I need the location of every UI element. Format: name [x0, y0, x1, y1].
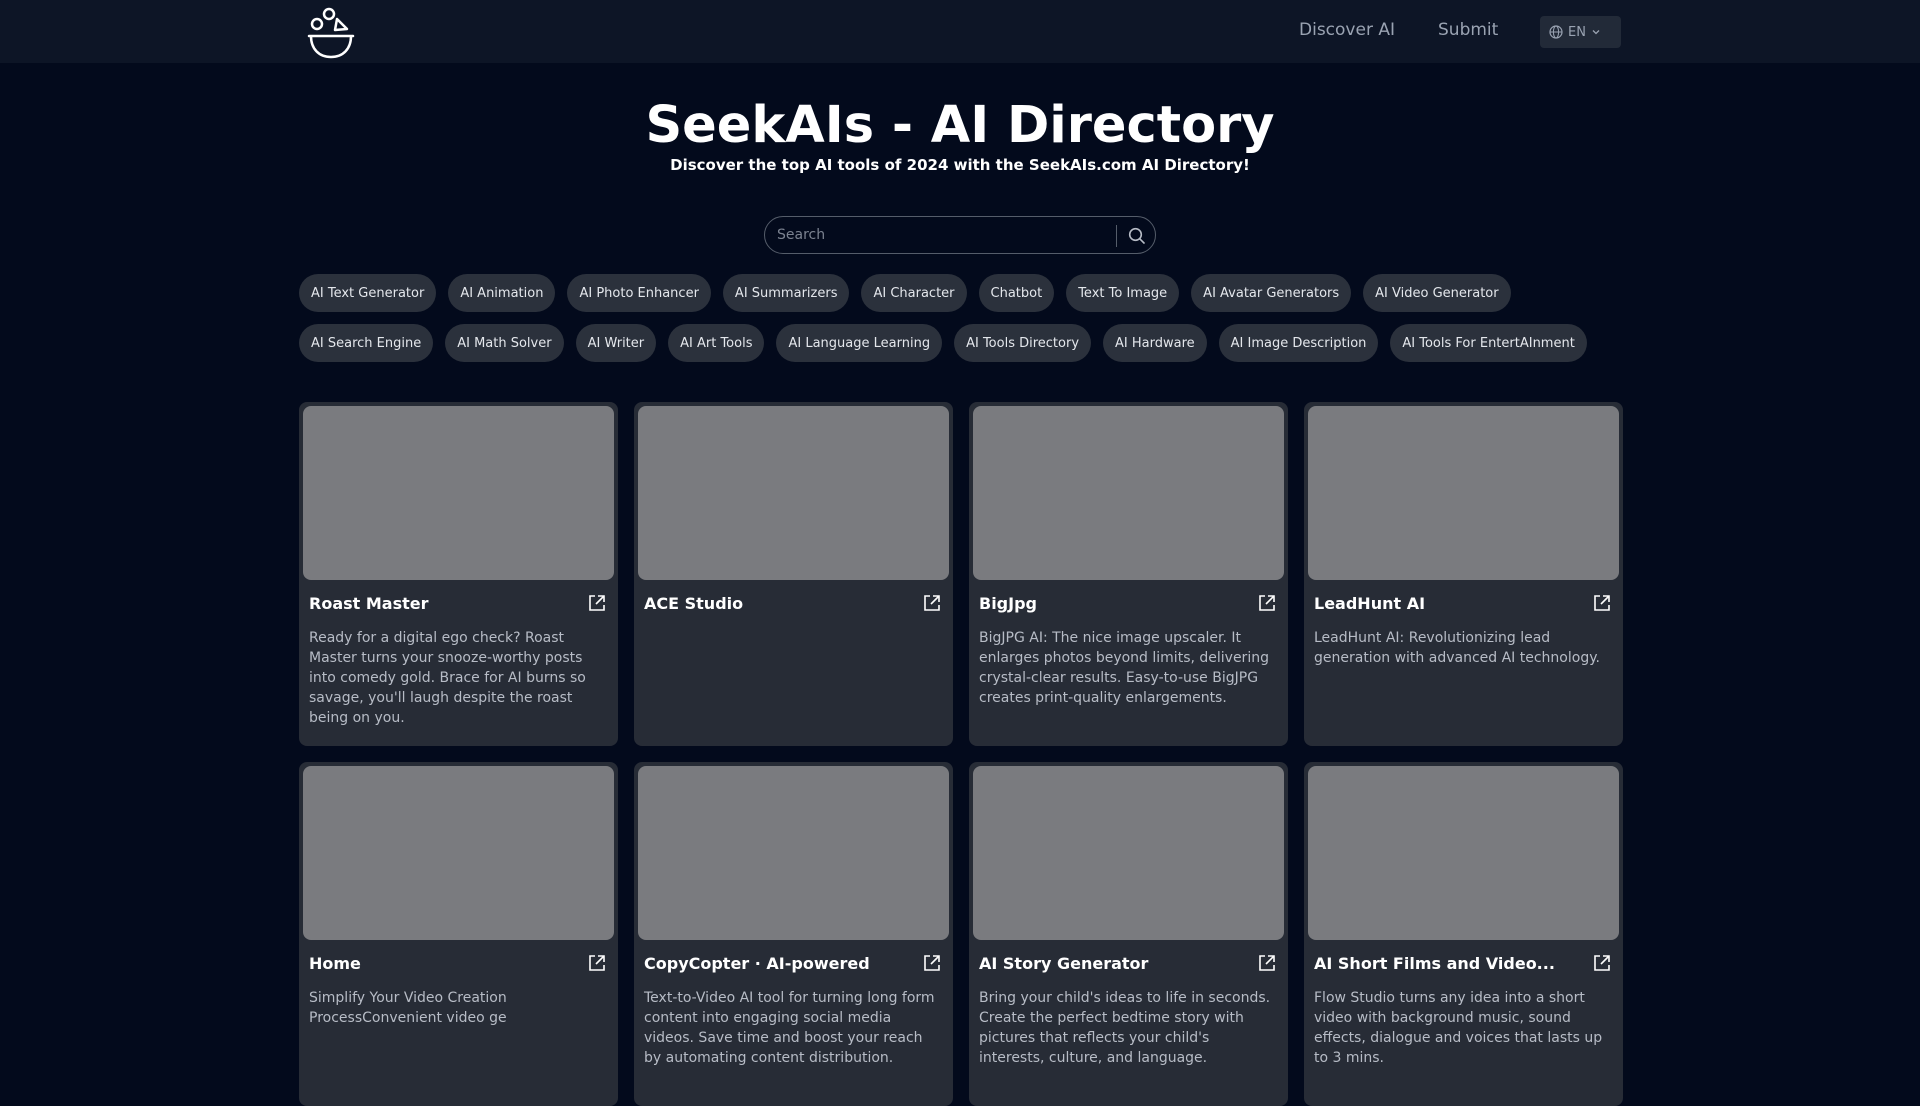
category-tag[interactable]: Chatbot: [978, 274, 1055, 312]
tool-thumbnail: [973, 766, 1284, 940]
site-logo[interactable]: [307, 5, 355, 59]
external-link-icon[interactable]: [1592, 953, 1612, 973]
category-tag[interactable]: Text To Image: [1066, 274, 1180, 312]
globe-icon: [1549, 25, 1563, 39]
external-link-icon[interactable]: [587, 953, 607, 973]
tool-description: Ready for a digital ego check? Roast Mas…: [309, 630, 586, 726]
search-button[interactable]: [1125, 225, 1149, 247]
tool-thumbnail: [638, 766, 949, 940]
tool-description: Text-to-Video AI tool for turning long f…: [644, 990, 935, 1066]
category-tag[interactable]: AI Video Generator: [1363, 274, 1511, 312]
tool-title: LeadHunt AI: [1314, 594, 1426, 613]
external-link-icon[interactable]: [922, 593, 942, 613]
tool-card[interactable]: AI Story Generator Bring your child's id…: [969, 762, 1288, 1106]
tool-title: CopyCopter · AI-powered: [644, 954, 870, 973]
tool-title: Roast Master: [309, 594, 429, 613]
category-tag[interactable]: AI Search Engine: [299, 324, 434, 362]
tool-card[interactable]: BigJpg BigJPG AI: The nice image upscale…: [969, 402, 1288, 746]
tool-card[interactable]: Home Simplify Your Video Creation Proces…: [299, 762, 618, 1106]
nav-submit[interactable]: Submit: [1438, 20, 1498, 40]
tool-title: AI Short Films and Video...: [1314, 954, 1555, 973]
external-link-icon[interactable]: [587, 593, 607, 613]
tool-card[interactable]: LeadHunt AI LeadHunt AI: Revolutionizing…: [1304, 402, 1623, 746]
tool-thumbnail: [1308, 406, 1619, 580]
tool-description: Bring your child's ideas to life in seco…: [979, 990, 1271, 1066]
tool-description: Flow Studio turns any idea into a short …: [1314, 990, 1603, 1066]
category-tags: AI Text Generator AI Animation AI Photo …: [299, 274, 1621, 362]
tool-title: ACE Studio: [644, 594, 744, 613]
category-tag[interactable]: AI Language Learning: [776, 324, 943, 362]
language-selector[interactable]: EN: [1540, 16, 1621, 48]
external-link-icon[interactable]: [1257, 953, 1277, 973]
category-tag[interactable]: AI Art Tools: [668, 324, 765, 362]
category-tag[interactable]: AI Summarizers: [722, 274, 850, 312]
page-title: SeekAIs - AI Directory: [645, 96, 1275, 155]
search-icon: [1128, 227, 1145, 244]
tool-description: LeadHunt AI: Revolutionizing lead genera…: [1314, 630, 1600, 666]
category-tag[interactable]: AI Animation: [448, 274, 556, 312]
category-tag[interactable]: AI Math Solver: [445, 324, 564, 362]
tool-thumbnail: [303, 406, 614, 580]
category-tag[interactable]: AI Writer: [575, 324, 657, 362]
tool-card[interactable]: CopyCopter · AI-powered Text-to-Video AI…: [634, 762, 953, 1106]
tool-card-grid: Roast Master Ready for a digital ego che…: [299, 402, 1623, 1106]
tool-card[interactable]: Roast Master Ready for a digital ego che…: [299, 402, 618, 746]
external-link-icon[interactable]: [922, 953, 942, 973]
bowl-logo-icon: [307, 7, 355, 59]
nav-discover-ai[interactable]: Discover AI: [1299, 20, 1395, 40]
tool-card[interactable]: AI Short Films and Video... Flow Studio …: [1304, 762, 1623, 1106]
category-tag[interactable]: AI Avatar Generators: [1191, 274, 1352, 312]
language-label: EN: [1568, 24, 1586, 40]
category-tag[interactable]: AI Tools For EntertAInment: [1390, 324, 1587, 362]
category-tag[interactable]: AI Hardware: [1103, 324, 1207, 362]
top-navbar: Discover AI Submit EN: [0, 0, 1920, 63]
tool-thumbnail: [973, 406, 1284, 580]
category-tag[interactable]: AI Image Description: [1218, 324, 1379, 362]
tool-description: Simplify Your Video Creation ProcessConv…: [309, 990, 507, 1026]
search-input[interactable]: [777, 222, 1117, 248]
tool-thumbnail: [638, 406, 949, 580]
chevron-down-icon: [1592, 30, 1600, 35]
search-box: [764, 216, 1156, 254]
category-tag[interactable]: AI Tools Directory: [954, 324, 1092, 362]
tool-title: AI Story Generator: [979, 954, 1149, 973]
tool-thumbnail: [1308, 766, 1619, 940]
tool-title: Home: [309, 954, 361, 973]
external-link-icon[interactable]: [1257, 593, 1277, 613]
external-link-icon[interactable]: [1592, 593, 1612, 613]
tool-description: BigJPG AI: The nice image upscaler. It e…: [979, 630, 1269, 706]
page-subtitle: Discover the top AI tools of 2024 with t…: [670, 156, 1250, 174]
category-tag[interactable]: AI Text Generator: [299, 274, 437, 312]
tool-card[interactable]: ACE Studio: [634, 402, 953, 746]
tool-title: BigJpg: [979, 594, 1037, 613]
search-divider: [1116, 225, 1117, 247]
category-tag[interactable]: AI Character: [861, 274, 967, 312]
tool-thumbnail: [303, 766, 614, 940]
category-tag[interactable]: AI Photo Enhancer: [567, 274, 711, 312]
